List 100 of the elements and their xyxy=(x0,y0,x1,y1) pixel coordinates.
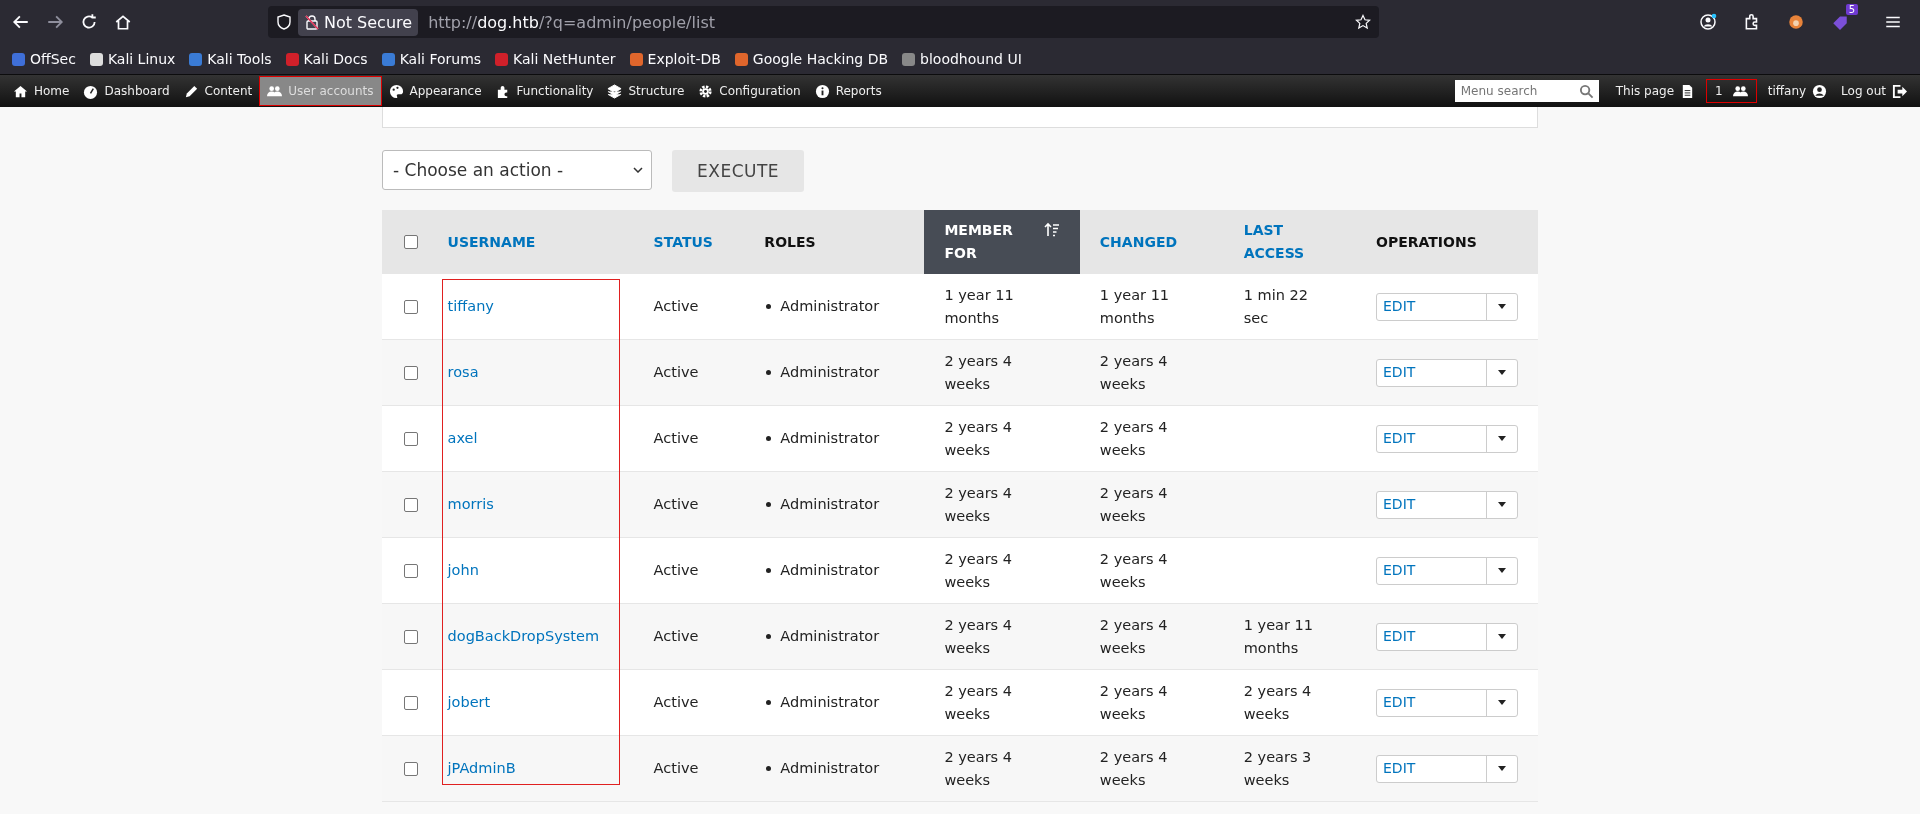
role-text: Administrator xyxy=(780,363,880,382)
caret-icon xyxy=(1498,634,1506,639)
appearance-menu-icon xyxy=(388,83,404,99)
this-page-link[interactable]: This page xyxy=(1608,77,1703,105)
row-checkbox[interactable] xyxy=(404,629,418,644)
select-all-checkbox[interactable] xyxy=(404,235,418,249)
row-checkbox[interactable] xyxy=(404,365,418,380)
bullet-icon xyxy=(766,370,772,375)
last-access-text: 1 min 22 sec xyxy=(1243,286,1308,326)
bookmark-link[interactable]: Exploit-DB xyxy=(629,51,721,67)
row-checkbox[interactable] xyxy=(404,299,418,314)
username-link[interactable]: dogBackDropSystem xyxy=(447,628,599,644)
status-text: Active xyxy=(653,694,699,710)
changed-text: 2 years 4 weeks xyxy=(1099,748,1168,788)
last-access-text: 1 year 11 months xyxy=(1243,616,1313,656)
admin-menu-item[interactable]: Functionality xyxy=(488,77,601,105)
admin-menu-item[interactable]: Content xyxy=(176,77,260,105)
bullet-icon xyxy=(766,502,772,507)
menu-search-field[interactable]: Menu search xyxy=(1454,80,1599,102)
bookmark-link[interactable]: bloodhound UI xyxy=(902,51,1022,67)
crossed-lock-icon xyxy=(304,14,320,30)
username-link[interactable]: axel xyxy=(447,430,478,446)
column-header: OPERATIONS xyxy=(1356,210,1538,274)
star-icon[interactable] xyxy=(1355,14,1371,30)
status-text: Active xyxy=(653,760,699,776)
action-dropdown[interactable]: - Choose an action - xyxy=(382,150,652,190)
caret-icon xyxy=(1498,370,1506,375)
extension-badge: 5 xyxy=(1845,4,1858,15)
user-icon xyxy=(1812,83,1828,99)
reports-menu-icon xyxy=(814,83,830,99)
column-header[interactable]: USERNAME xyxy=(427,210,634,274)
username-link[interactable]: john xyxy=(447,562,479,578)
user-account-link[interactable]: tiffany xyxy=(1760,77,1835,105)
caret-icon xyxy=(1498,304,1506,309)
status-text: Active xyxy=(653,562,699,578)
changed-text: 2 years 4 weeks xyxy=(1099,484,1168,524)
column-header[interactable]: MEMBER FOR xyxy=(924,210,1080,274)
bullet-icon xyxy=(766,634,772,639)
changed-text: 2 years 4 weeks xyxy=(1099,616,1168,656)
bullet-icon xyxy=(766,766,772,771)
caret-icon xyxy=(1498,700,1506,705)
home-icon[interactable] xyxy=(114,13,132,31)
people-menu-icon xyxy=(267,83,283,99)
bullet-icon xyxy=(766,436,772,441)
changed-text: 2 years 4 weeks xyxy=(1099,352,1168,392)
role-text: Administrator xyxy=(780,759,880,778)
back-arrow-icon[interactable] xyxy=(12,13,30,31)
username-link[interactable]: jPAdminB xyxy=(447,760,516,776)
bookmark-link[interactable]: Kali Tools xyxy=(189,51,272,67)
member-for-text: 2 years 4 weeks xyxy=(944,352,1012,392)
changed-text: 2 years 4 weeks xyxy=(1099,682,1168,722)
bookmark-link[interactable]: Kali NetHunter xyxy=(495,51,616,67)
chevron-down-icon xyxy=(633,167,643,173)
bookmark-link[interactable]: Kali Forums xyxy=(381,51,482,67)
bookmark-link[interactable]: Google Hacking DB xyxy=(734,51,889,67)
role-text: Administrator xyxy=(780,561,880,580)
last-access-text: 2 years 3 weeks xyxy=(1243,748,1312,788)
forward-arrow-icon[interactable] xyxy=(46,13,64,31)
bookmark-link[interactable]: Kali Docs xyxy=(285,51,368,67)
admin-menu-item[interactable]: Dashboard xyxy=(76,77,177,105)
home-menu-icon xyxy=(13,83,28,99)
security-indicator[interactable]: Not Secure xyxy=(298,8,419,36)
extension-button[interactable]: 5 xyxy=(1831,4,1858,31)
admin-menu-item[interactable]: Appearance xyxy=(381,77,489,105)
bookmark-link[interactable]: Kali Linux xyxy=(89,51,176,67)
username-link[interactable]: morris xyxy=(447,496,494,512)
member-for-text: 2 years 4 weeks xyxy=(944,418,1012,458)
content-menu-icon xyxy=(183,83,199,99)
row-checkbox[interactable] xyxy=(404,431,418,446)
member-for-text: 2 years 4 weeks xyxy=(944,748,1012,788)
status-text: Active xyxy=(653,430,699,446)
row-checkbox[interactable] xyxy=(404,695,418,710)
admin-menu-item[interactable]: Home xyxy=(6,77,77,105)
reload-icon[interactable] xyxy=(80,13,98,31)
caret-icon xyxy=(1498,568,1506,573)
admin-menu-item[interactable]: Structure xyxy=(600,77,692,105)
role-text: Administrator xyxy=(780,627,880,646)
member-for-text: 1 year 11 months xyxy=(944,286,1014,326)
people-icon xyxy=(1732,83,1748,99)
username-link[interactable]: jobert xyxy=(447,694,491,710)
logout-link[interactable]: Log out xyxy=(1834,77,1914,105)
column-header[interactable]: STATUS xyxy=(633,210,745,274)
address-bar[interactable]: Not Secure http://dog.htb/?q=admin/people/list xyxy=(268,6,1379,38)
username-link[interactable]: tiffany xyxy=(447,298,494,314)
caret-icon xyxy=(1498,502,1506,507)
users-online-counter[interactable]: 1 xyxy=(1706,79,1757,103)
caret-icon xyxy=(1498,436,1506,441)
admin-menu-item[interactable]: Configuration xyxy=(691,77,808,105)
account-icon[interactable] xyxy=(1699,13,1717,31)
role-text: Administrator xyxy=(780,297,880,316)
row-checkbox[interactable] xyxy=(404,497,418,512)
row-checkbox[interactable] xyxy=(404,761,418,776)
changed-text: 2 years 4 weeks xyxy=(1099,550,1168,590)
column-header[interactable]: CHANGED xyxy=(1079,210,1224,274)
row-checkbox[interactable] xyxy=(404,563,418,578)
admin-menu-item[interactable]: Reports xyxy=(807,77,889,105)
bookmark-link[interactable]: OffSec xyxy=(12,51,76,67)
execute-button[interactable]: EXECUTE xyxy=(672,150,805,192)
column-header[interactable]: LAST ACCESS xyxy=(1223,210,1356,274)
username-link[interactable]: rosa xyxy=(447,364,479,380)
